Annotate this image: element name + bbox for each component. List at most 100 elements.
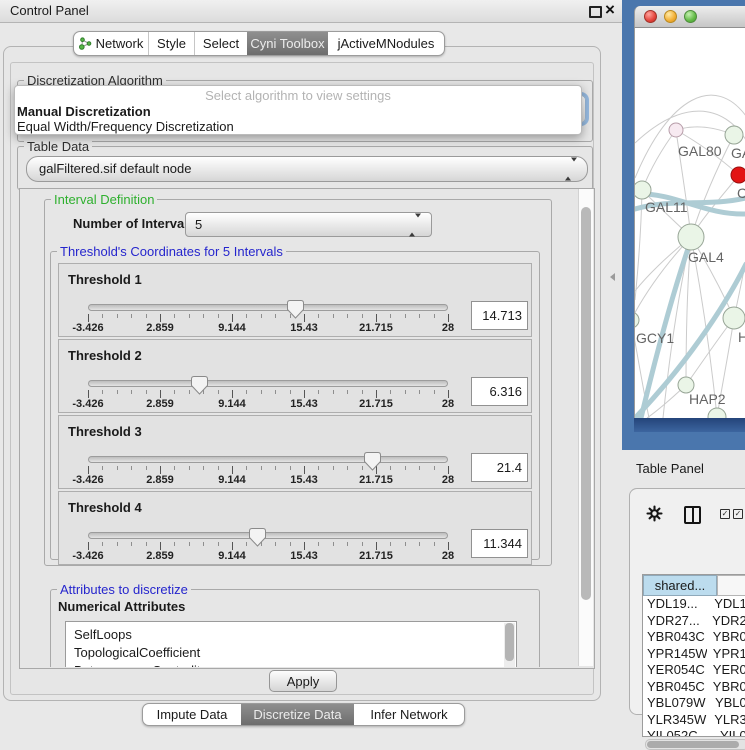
attribute-list-item[interactable]: BetweennessCentrality: [66, 662, 516, 667]
tab-select[interactable]: Select: [194, 32, 247, 55]
numerical-attributes-list[interactable]: SelfLoopsTopologicalCoefficientBetweenne…: [65, 621, 517, 667]
threshold-value-field[interactable]: 6.316: [471, 377, 528, 406]
bottom-tab-label: Impute Data: [157, 707, 228, 722]
table-row[interactable]: YPR145WYPR14: [643, 646, 745, 663]
node-label: GAL80: [678, 143, 722, 159]
table-row[interactable]: YDL19...YDL19: [643, 596, 745, 613]
network-node[interactable]: [708, 408, 726, 418]
table-data-select[interactable]: galFiltered.sif default node: [26, 156, 588, 182]
slider-handle[interactable]: [191, 376, 208, 395]
node-label: HAP2: [689, 391, 726, 407]
table-row[interactable]: YIL052CYIL05: [643, 728, 745, 737]
table-cell-shared: YBL079W: [643, 695, 709, 712]
table-cell-name: YER05: [707, 662, 745, 679]
column-header-name[interactable]: na: [717, 575, 745, 596]
network-node[interactable]: [678, 224, 704, 250]
table-row[interactable]: YBR043CYBR04: [643, 629, 745, 646]
checkbox-icon[interactable]: ✓: [733, 509, 743, 519]
checkbox-icon[interactable]: ✓: [720, 509, 730, 519]
list-scrollbar[interactable]: [504, 623, 515, 667]
threshold-value-field[interactable]: 14.713: [471, 301, 528, 330]
table-cell-name: YLR34: [708, 712, 745, 729]
table-cell-shared: YPR145W: [643, 646, 707, 663]
tab-style[interactable]: Style: [148, 32, 194, 55]
network-node[interactable]: [635, 181, 651, 199]
dropdown-prompt-item: Select algorithm to view settings: [15, 86, 581, 104]
network-node[interactable]: [725, 126, 743, 144]
table-row[interactable]: YBR045CYBR04: [643, 679, 745, 696]
table-cell-shared: YLR345W: [643, 712, 708, 729]
node-label: GAL4: [688, 249, 724, 265]
network-node[interactable]: [669, 123, 683, 137]
tab-network[interactable]: Network: [74, 32, 148, 55]
network-node[interactable]: [731, 167, 745, 183]
tab-jactivemnodules[interactable]: jActiveMNodules: [328, 32, 444, 55]
group-title: Attributes to discretize: [57, 582, 191, 597]
tab-label: Cyni Toolbox: [250, 36, 324, 51]
attribute-list-item[interactable]: SelfLoops: [66, 626, 516, 644]
scrollbar-thumb[interactable]: [581, 207, 591, 600]
group-title: Table Data: [24, 139, 92, 154]
network-window-titlebar[interactable]: [634, 6, 745, 28]
tab-cyni-toolbox[interactable]: Cyni Toolbox: [247, 32, 328, 55]
table-row[interactable]: YDR27...YDR27: [643, 613, 745, 630]
table-cell-shared: YDL19...: [643, 596, 708, 613]
threshold-panel: Threshold 3 -3.4262.8599.14415.4321.7152…: [58, 415, 532, 489]
selected-table: galFiltered.sif default node: [39, 157, 191, 181]
table-row[interactable]: YLR345WYLR34: [643, 712, 745, 729]
group-title: Interval Definition: [51, 192, 157, 207]
table-cell-name: YIL05: [714, 728, 745, 737]
slider-handle[interactable]: [287, 300, 304, 319]
settings-scroll-content: Interval Definition Number of Intervals …: [20, 189, 578, 667]
spinner-arrows-icon: [409, 217, 421, 232]
network-node[interactable]: [723, 307, 745, 329]
number-of-intervals-select[interactable]: 5: [185, 212, 432, 237]
table-cell-shared: YER054C: [643, 662, 707, 679]
table-panel-title: Table Panel: [636, 461, 704, 476]
table-cell-shared: YDR27...: [643, 613, 706, 630]
network-node[interactable]: [635, 312, 639, 328]
bottom-tab-discretize-data[interactable]: Discretize Data: [241, 704, 354, 725]
number-of-intervals-label: Number of Intervals: [73, 216, 195, 231]
network-view-canvas[interactable]: GAL80GACGAL11GAL4GCY1HHAP2: [634, 28, 745, 418]
table-cell-name: YBR04: [707, 679, 745, 696]
minimize-light-icon[interactable]: [664, 10, 677, 23]
threshold-panel: Threshold 4 -3.4262.8599.14415.4321.7152…: [58, 491, 532, 565]
bottom-tab-label: Infer Network: [370, 707, 447, 722]
node-label: GCY1: [636, 330, 674, 346]
node-table: shared... na YDL19...YDL19YDR27...YDR27Y…: [642, 574, 745, 737]
apply-button[interactable]: Apply: [269, 670, 337, 692]
dropdown-option-equal-width-frequency[interactable]: Equal Width/Frequency Discretization: [15, 119, 581, 134]
close-icon[interactable]: ×: [605, 0, 615, 20]
tab-label: Select: [203, 36, 239, 51]
table-cell-name: YDR27: [706, 613, 745, 630]
table-rows: YDL19...YDL19YDR27...YDR27YBR043CYBR04YP…: [643, 596, 745, 737]
node-label: H: [738, 329, 745, 345]
zoom-light-icon[interactable]: [684, 10, 697, 23]
table-cell-name: YDL19: [708, 596, 745, 613]
float-window-icon[interactable]: [589, 6, 602, 18]
vertical-scrollbar[interactable]: [578, 189, 593, 666]
table-panel-box: ✓ ✓ shared... na YDL19...YDL19YDR27...YD…: [629, 488, 745, 715]
table-row[interactable]: YBL079WYBL07: [643, 695, 745, 712]
tab-label: jActiveMNodules: [338, 36, 435, 51]
slider-handle[interactable]: [364, 452, 381, 471]
column-header-shared[interactable]: shared...: [643, 575, 717, 596]
slider-handle[interactable]: [249, 528, 266, 547]
bottom-tab-impute-data[interactable]: Impute Data: [143, 704, 241, 725]
table-panel-section: Table Panel ✓ ✓ shared... na YDL19...YDL…: [622, 450, 745, 745]
threshold-value-field[interactable]: 11.344: [471, 529, 528, 558]
numerical-attributes-label: Numerical Attributes: [58, 599, 185, 614]
table-cell-name: YBR04: [707, 629, 745, 646]
table-row[interactable]: YER054CYER05: [643, 662, 745, 679]
splitter-collapse-icon[interactable]: [610, 273, 615, 281]
attribute-list-item[interactable]: TopologicalCoefficient: [66, 644, 516, 662]
split-columns-icon[interactable]: [684, 506, 701, 524]
dropdown-option-manual-discretization[interactable]: Manual Discretization: [15, 104, 581, 119]
intervals-value: 5: [195, 213, 202, 236]
bottom-tab-infer-network[interactable]: Infer Network: [354, 704, 464, 725]
tab-label: Style: [157, 36, 186, 51]
close-light-icon[interactable]: [644, 10, 657, 23]
gear-icon[interactable]: [646, 505, 663, 525]
threshold-value-field[interactable]: 21.4: [471, 453, 528, 482]
